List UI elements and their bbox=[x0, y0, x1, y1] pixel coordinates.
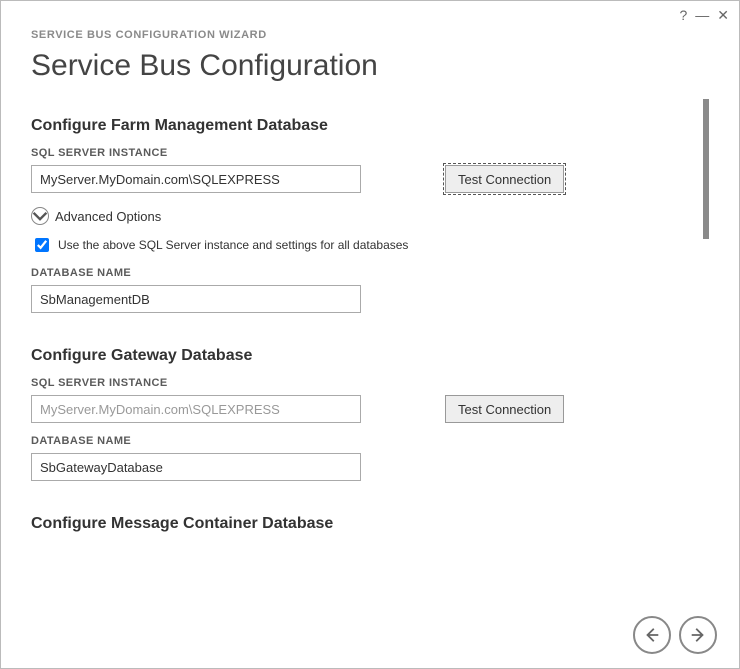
close-icon[interactable]: ✕ bbox=[717, 7, 729, 24]
container-heading: Configure Message Container Database bbox=[31, 515, 687, 533]
advanced-options-label: Advanced Options bbox=[55, 209, 161, 224]
farm-sql-input[interactable] bbox=[31, 165, 361, 193]
arrow-left-icon bbox=[643, 626, 661, 644]
gateway-sql-input bbox=[31, 395, 361, 423]
gateway-heading: Configure Gateway Database bbox=[31, 347, 687, 365]
scrollbar-thumb[interactable] bbox=[703, 99, 709, 239]
minimize-icon[interactable]: — bbox=[695, 7, 709, 24]
titlebar-controls: ? — ✕ bbox=[679, 7, 729, 24]
page-title: Service Bus Configuration bbox=[31, 49, 709, 83]
scroll-area[interactable]: Configure Farm Management Database SQL S… bbox=[31, 99, 709, 539]
farm-db-input[interactable] bbox=[31, 285, 361, 313]
gateway-db-input[interactable] bbox=[31, 453, 361, 481]
nav-footer bbox=[633, 616, 717, 654]
farm-test-connection-button[interactable]: Test Connection bbox=[445, 165, 564, 193]
farm-sql-label: SQL SERVER INSTANCE bbox=[31, 147, 687, 159]
next-button[interactable] bbox=[679, 616, 717, 654]
farm-db-label: DATABASE NAME bbox=[31, 267, 687, 279]
gateway-db-label: DATABASE NAME bbox=[31, 435, 687, 447]
chevron-down-icon bbox=[31, 207, 49, 225]
gateway-test-connection-button[interactable]: Test Connection bbox=[445, 395, 564, 423]
help-icon[interactable]: ? bbox=[679, 7, 687, 24]
advanced-options-toggle[interactable]: Advanced Options bbox=[31, 207, 687, 225]
arrow-right-icon bbox=[689, 626, 707, 644]
wizard-window: ? — ✕ SERVICE BUS CONFIGURATION WIZARD S… bbox=[0, 0, 740, 669]
use-same-label: Use the above SQL Server instance and se… bbox=[58, 238, 408, 252]
use-same-checkbox[interactable] bbox=[35, 238, 49, 252]
wizard-label: SERVICE BUS CONFIGURATION WIZARD bbox=[31, 29, 709, 41]
gateway-sql-label: SQL SERVER INSTANCE bbox=[31, 377, 687, 389]
back-button[interactable] bbox=[633, 616, 671, 654]
farm-heading: Configure Farm Management Database bbox=[31, 117, 687, 135]
